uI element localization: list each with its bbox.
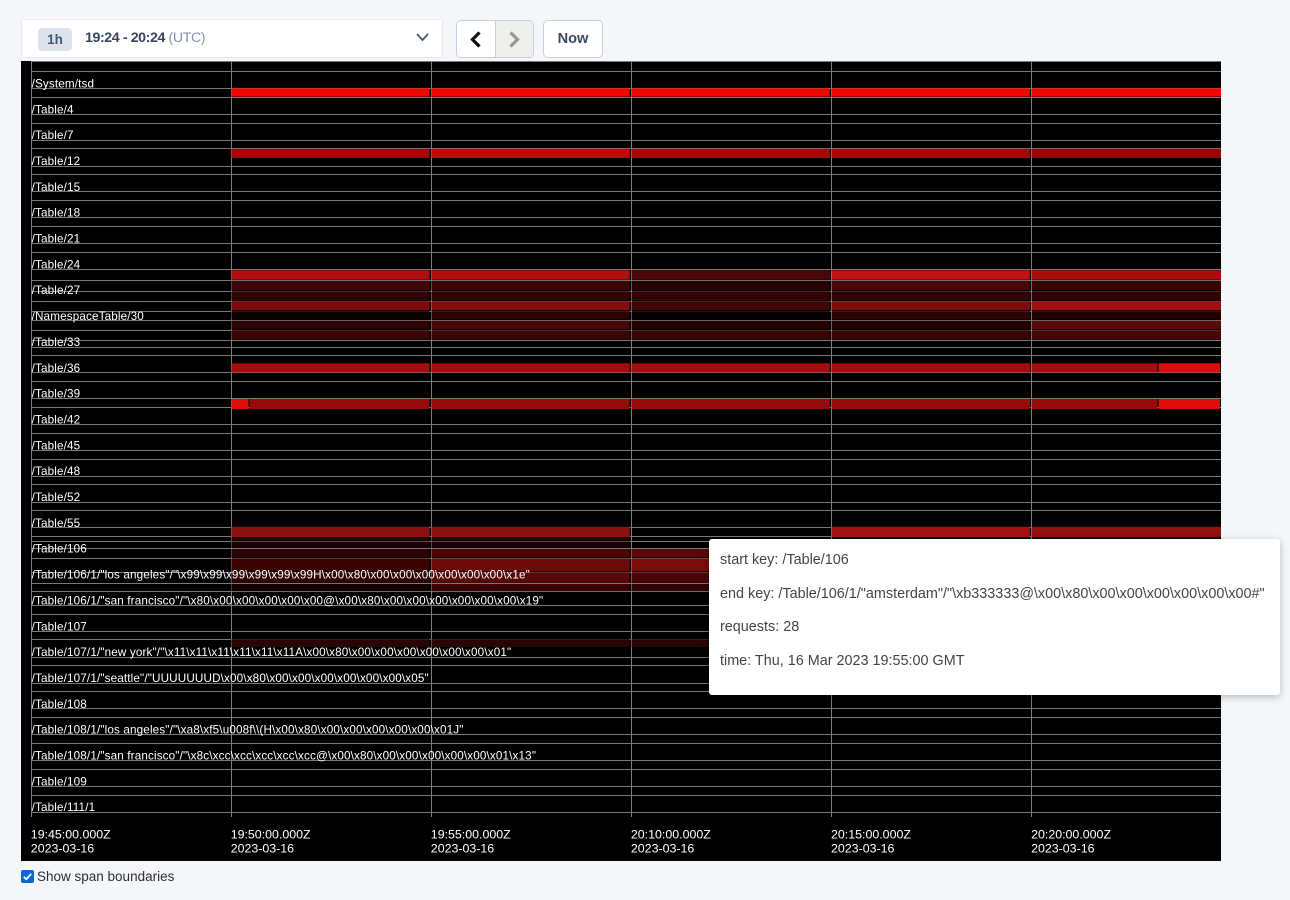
svg-text:2023-03-16: 2023-03-16 xyxy=(631,841,694,855)
svg-text:2023-03-16: 2023-03-16 xyxy=(431,841,494,855)
svg-text:/Table/106: /Table/106 xyxy=(32,543,87,556)
svg-text:20:10:00.000Z: 20:10:00.000Z xyxy=(631,828,711,842)
svg-text:/Table/108: /Table/108 xyxy=(32,698,87,711)
svg-text:19:45:00.000Z: 19:45:00.000Z xyxy=(31,828,111,842)
svg-text:/Table/107: /Table/107 xyxy=(32,620,87,633)
svg-text:/Table/39: /Table/39 xyxy=(32,388,81,401)
svg-text:/Table/42: /Table/42 xyxy=(32,413,81,426)
svg-text:/Table/24: /Table/24 xyxy=(32,258,81,271)
svg-text:20:15:00.000Z: 20:15:00.000Z xyxy=(831,828,911,842)
svg-text:/Table/55: /Table/55 xyxy=(32,517,81,530)
svg-text:19:55:00.000Z: 19:55:00.000Z xyxy=(431,828,511,842)
svg-text:/Table/108/1/"san francisco"/": /Table/108/1/"san francisco"/"\x8c\xcc\x… xyxy=(32,750,537,763)
svg-text:/Table/108/1/"los angeles"/"\x: /Table/108/1/"los angeles"/"\xa8\xf5\u00… xyxy=(32,724,464,737)
svg-text:/Table/27: /Table/27 xyxy=(32,284,81,297)
svg-text:/Table/107/1/"new york"/"\x11\: /Table/107/1/"new york"/"\x11\x11\x11\x1… xyxy=(32,646,512,659)
svg-text:/Table/45: /Table/45 xyxy=(32,439,81,452)
svg-text:/Table/48: /Table/48 xyxy=(32,465,81,478)
svg-text:/Table/111/1: /Table/111/1 xyxy=(32,801,96,814)
svg-text:/Table/4: /Table/4 xyxy=(32,103,74,116)
svg-text:2023-03-16: 2023-03-16 xyxy=(1031,841,1094,855)
svg-text:2023-03-16: 2023-03-16 xyxy=(31,841,94,855)
svg-text:20:20:00.000Z: 20:20:00.000Z xyxy=(1031,828,1111,842)
svg-text:/Table/21: /Table/21 xyxy=(32,233,81,246)
svg-text:/Table/18: /Table/18 xyxy=(32,207,81,220)
svg-text:/NamespaceTable/30: /NamespaceTable/30 xyxy=(32,310,145,323)
svg-text:/Table/52: /Table/52 xyxy=(32,491,81,504)
svg-text:/Table/107/1/"seattle"/"UUUUUU: /Table/107/1/"seattle"/"UUUUUUUD\x00\x80… xyxy=(32,672,429,685)
svg-text:/Table/12: /Table/12 xyxy=(32,155,81,168)
svg-text:/Table/109: /Table/109 xyxy=(32,775,87,788)
svg-text:/Table/106/1/"san francisco"/": /Table/106/1/"san francisco"/"\x80\x00\x… xyxy=(32,594,544,607)
svg-text:2023-03-16: 2023-03-16 xyxy=(831,841,894,855)
svg-text:2023-03-16: 2023-03-16 xyxy=(231,841,294,855)
svg-text:/Table/36: /Table/36 xyxy=(32,362,81,375)
svg-text:/Table/15: /Table/15 xyxy=(32,181,81,194)
svg-text:/Table/33: /Table/33 xyxy=(32,336,81,349)
svg-text:/Table/106/1/"los angeles"/"\x: /Table/106/1/"los angeles"/"\x99\x99\x99… xyxy=(32,569,530,582)
svg-text:/Table/7: /Table/7 xyxy=(32,129,74,142)
svg-text:/System/tsd: /System/tsd xyxy=(32,77,95,90)
svg-text:19:50:00.000Z: 19:50:00.000Z xyxy=(231,828,311,842)
